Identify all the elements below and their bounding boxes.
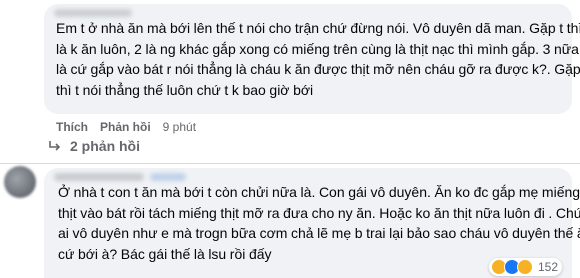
avatar[interactable] bbox=[4, 166, 36, 198]
comment-line: Ở nhà t con t ăn mà bới t còn chửi nữa l… bbox=[58, 184, 580, 200]
reply-link[interactable]: Phản hồi bbox=[100, 120, 151, 134]
reaction-summary[interactable]: 152 bbox=[488, 258, 562, 276]
comment-line: thịt vào bát rồi tách miếng thịt mỡ ra đ… bbox=[58, 204, 580, 221]
comment-actions: Thích Phản hồi 9 phút bbox=[56, 120, 196, 134]
view-replies-link[interactable]: 2 phản hồi bbox=[48, 138, 140, 154]
replies-count-label: 2 phản hồi bbox=[70, 138, 140, 154]
comment-line: thì t nói thẳng thế luôn chứ t k bao giờ… bbox=[56, 81, 314, 98]
reply-arrow-icon bbox=[49, 141, 61, 151]
comment-bubble: Ở nhà t con t ăn mà bới t còn chửi nữa l… bbox=[44, 168, 580, 278]
comment-timestamp[interactable]: 9 phút bbox=[163, 120, 196, 134]
blurred-author-name[interactable] bbox=[54, 173, 144, 181]
blurred-badge bbox=[150, 173, 186, 181]
comment-text: Em t ở nhà ăn mà bới lên thế t nói cho t… bbox=[56, 18, 580, 100]
comment-line: là cứ gắp vào bát r nói thẳng là cháu k … bbox=[56, 61, 580, 78]
comment-line: Em t ở nhà ăn mà bới lên thế t nói cho t… bbox=[56, 20, 580, 36]
comment-bubble: Em t ở nhà ăn mà bới lên thế t nói cho t… bbox=[44, 4, 580, 114]
sad-icon bbox=[516, 259, 533, 275]
reaction-count: 152 bbox=[537, 260, 558, 274]
comment-thread: Em t ở nhà ăn mà bới lên thế t nói cho t… bbox=[0, 0, 580, 278]
blurred-author-name[interactable] bbox=[54, 9, 132, 17]
comment-line: ai vô duyên như e mà trogn bữa cơm chả l… bbox=[58, 225, 580, 242]
comment-line: cứ bới à? Bác gái thế là lsu rồi đấy bbox=[58, 245, 272, 262]
comment-text: Ở nhà t con t ăn mà bới t còn chửi nữa l… bbox=[58, 182, 580, 264]
like-link[interactable]: Thích bbox=[56, 120, 88, 134]
divider bbox=[0, 163, 580, 164]
comment-line: là k ăn luôn, 2 là ng khác gắp xong có m… bbox=[56, 40, 579, 57]
